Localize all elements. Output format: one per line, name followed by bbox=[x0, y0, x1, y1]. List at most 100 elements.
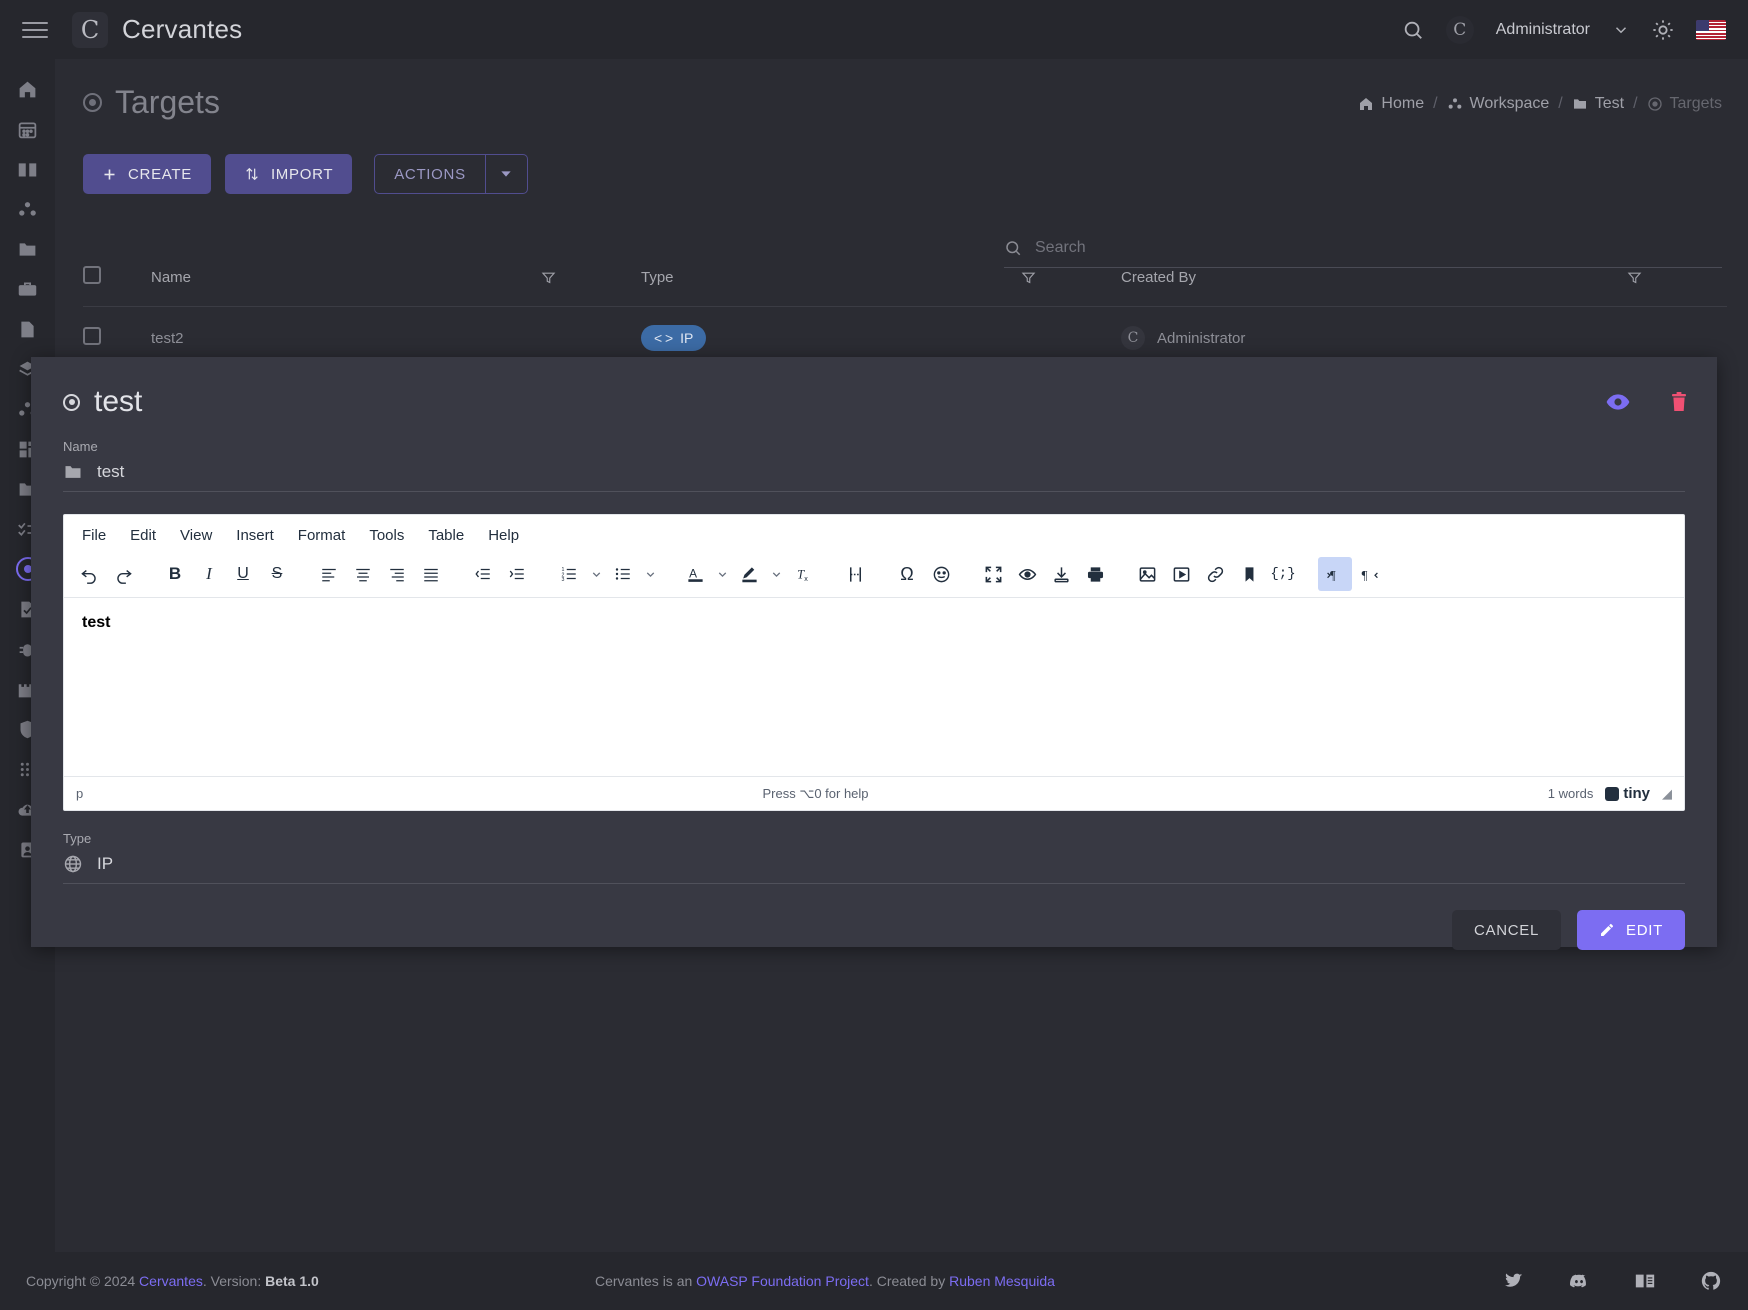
brand-name: Cervantes bbox=[122, 14, 243, 44]
hamburger-icon[interactable] bbox=[22, 17, 48, 43]
cancel-button[interactable]: CANCEL bbox=[1451, 910, 1562, 950]
eye-icon[interactable] bbox=[1605, 389, 1631, 415]
filter-icon[interactable] bbox=[1627, 270, 1727, 285]
breadcrumb-item-workspace[interactable]: Workspace bbox=[1447, 95, 1549, 113]
menu-help[interactable]: Help bbox=[478, 522, 529, 549]
undo-icon[interactable] bbox=[72, 557, 106, 591]
save-icon[interactable] bbox=[1044, 557, 1078, 591]
breadcrumb-item-targets[interactable]: Targets bbox=[1647, 95, 1722, 113]
editor-content-area[interactable]: test bbox=[64, 598, 1684, 776]
modal-footer: CANCEL EDIT bbox=[31, 884, 1717, 950]
filter-icon[interactable] bbox=[541, 270, 641, 285]
menu-insert[interactable]: Insert bbox=[226, 522, 284, 549]
search-box[interactable] bbox=[1004, 239, 1722, 268]
bullet-list-icon[interactable] bbox=[606, 557, 640, 591]
row-checkbox[interactable] bbox=[83, 327, 101, 345]
menu-table[interactable]: Table bbox=[418, 522, 474, 549]
svg-text:¶: ¶ bbox=[1361, 568, 1367, 582]
italic-icon[interactable]: I bbox=[192, 557, 226, 591]
name-field: Name test bbox=[31, 439, 1717, 492]
sidebar-item-reports[interactable] bbox=[0, 309, 55, 349]
menu-edit[interactable]: Edit bbox=[120, 522, 166, 549]
brand[interactable]: C Cervantes bbox=[72, 11, 243, 48]
media-icon[interactable] bbox=[1164, 557, 1198, 591]
github-icon[interactable] bbox=[1700, 1270, 1722, 1292]
resize-handle-icon[interactable]: ◢ bbox=[1662, 786, 1672, 802]
language-flag-icon[interactable] bbox=[1696, 19, 1726, 40]
indent-icon[interactable] bbox=[500, 557, 534, 591]
text-color-icon[interactable]: A bbox=[678, 557, 712, 591]
editor-menubar: File Edit View Insert Format Tools Table… bbox=[64, 515, 1684, 551]
sidebar-item-projects[interactable] bbox=[0, 229, 55, 269]
copyright: Copyright © 2024 Cervantes. Version: Bet… bbox=[26, 1273, 319, 1289]
menu-tools[interactable]: Tools bbox=[359, 522, 414, 549]
sidebar-item-jobs[interactable] bbox=[0, 269, 55, 309]
twitter-icon[interactable] bbox=[1503, 1271, 1524, 1292]
menu-file[interactable]: File bbox=[72, 522, 116, 549]
redo-icon[interactable] bbox=[106, 557, 140, 591]
edit-button[interactable]: EDIT bbox=[1577, 910, 1685, 950]
image-icon[interactable] bbox=[1130, 557, 1164, 591]
preview-icon[interactable] bbox=[1010, 557, 1044, 591]
version-value: Beta 1.0 bbox=[265, 1273, 319, 1289]
search-icon[interactable] bbox=[1402, 19, 1424, 41]
sidebar-item-clients[interactable] bbox=[0, 189, 55, 229]
sun-icon[interactable] bbox=[1652, 19, 1674, 41]
chevron-down-icon[interactable] bbox=[640, 557, 660, 591]
sidebar-item-calendar[interactable] bbox=[0, 109, 55, 149]
filter-icon[interactable] bbox=[1021, 270, 1121, 285]
link-icon[interactable] bbox=[1198, 557, 1232, 591]
align-center-icon[interactable] bbox=[346, 557, 380, 591]
rtl-icon[interactable]: ¶ bbox=[1352, 557, 1386, 591]
actions-dropdown-toggle[interactable] bbox=[485, 154, 528, 194]
ltr-icon[interactable]: ¶ bbox=[1318, 557, 1352, 591]
fullscreen-icon[interactable] bbox=[976, 557, 1010, 591]
menu-view[interactable]: View bbox=[170, 522, 222, 549]
search-input[interactable] bbox=[1035, 239, 1722, 257]
book-icon[interactable] bbox=[1634, 1270, 1656, 1292]
menu-format[interactable]: Format bbox=[288, 522, 356, 549]
clear-formatting-icon[interactable]: Tx bbox=[786, 557, 820, 591]
tinymce-branding[interactable]: tiny bbox=[1605, 785, 1650, 802]
import-button[interactable]: IMPORT bbox=[224, 154, 353, 194]
trash-icon[interactable] bbox=[1667, 390, 1691, 414]
owasp-link[interactable]: OWASP Foundation Project bbox=[696, 1273, 869, 1289]
discord-icon[interactable] bbox=[1568, 1270, 1590, 1292]
align-right-icon[interactable] bbox=[380, 557, 414, 591]
align-justify-icon[interactable] bbox=[414, 557, 448, 591]
author-link[interactable]: Ruben Mesquida bbox=[949, 1273, 1055, 1289]
align-left-icon[interactable] bbox=[312, 557, 346, 591]
numbered-list-icon[interactable]: 123 bbox=[552, 557, 586, 591]
page-break-icon[interactable] bbox=[838, 557, 872, 591]
bold-icon[interactable]: B bbox=[158, 557, 192, 591]
type-field-label: Type bbox=[63, 831, 92, 846]
select-all-checkbox[interactable] bbox=[83, 266, 101, 284]
anchor-icon[interactable] bbox=[1232, 557, 1266, 591]
strikethrough-icon[interactable]: S bbox=[260, 557, 294, 591]
underline-icon[interactable]: U bbox=[226, 557, 260, 591]
type-field-value[interactable]: IP bbox=[63, 854, 1685, 884]
breadcrumb-item-test[interactable]: Test bbox=[1572, 95, 1624, 113]
target-detail-modal: test Name test File Edit View Insert For… bbox=[31, 357, 1717, 950]
emoji-icon[interactable] bbox=[924, 557, 958, 591]
chevron-down-icon[interactable] bbox=[712, 557, 732, 591]
name-field-value[interactable]: test bbox=[63, 462, 1685, 492]
create-button[interactable]: CREATE bbox=[83, 154, 211, 194]
actions-button[interactable]: ACTIONS bbox=[374, 154, 486, 194]
avatar[interactable]: C bbox=[1445, 15, 1474, 44]
sidebar-item-knowledge-base[interactable] bbox=[0, 149, 55, 189]
highlight-color-icon[interactable] bbox=[732, 557, 766, 591]
chevron-down-icon[interactable] bbox=[1612, 21, 1630, 39]
code-sample-icon[interactable]: {;} bbox=[1266, 557, 1300, 591]
element-path[interactable]: p bbox=[76, 786, 83, 801]
breadcrumb-label: Test bbox=[1594, 95, 1625, 112]
chevron-down-icon[interactable] bbox=[586, 557, 606, 591]
chevron-down-icon[interactable] bbox=[766, 557, 786, 591]
breadcrumb-separator: / bbox=[1558, 95, 1563, 112]
outdent-icon[interactable] bbox=[466, 557, 500, 591]
special-character-icon[interactable]: Ω bbox=[890, 557, 924, 591]
print-icon[interactable] bbox=[1078, 557, 1112, 591]
cervantes-link[interactable]: Cervantes bbox=[139, 1273, 203, 1289]
breadcrumb-item-home[interactable]: Home bbox=[1358, 95, 1424, 113]
sidebar-item-home[interactable] bbox=[0, 69, 55, 109]
